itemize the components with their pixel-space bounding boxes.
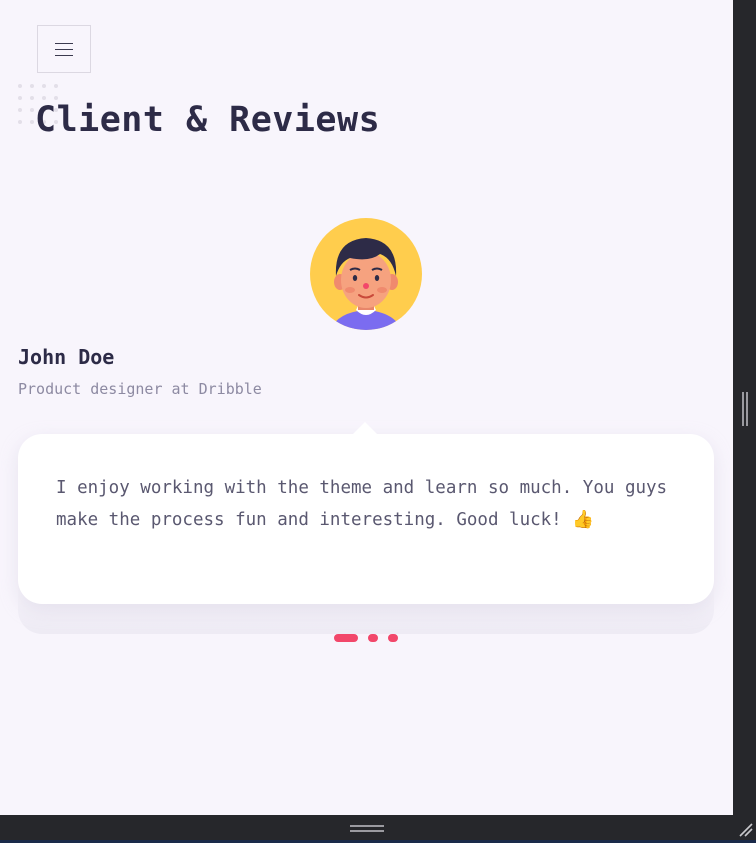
hamburger-menu-icon (55, 42, 73, 56)
avatar-illustration-icon (310, 218, 422, 330)
review-card: I enjoy working with the theme and learn… (18, 422, 714, 604)
avatar (310, 218, 422, 330)
carousel-pagination (334, 634, 398, 642)
pagination-dot[interactable] (388, 634, 398, 642)
page-viewport: Client & Reviews John Doe Product design… (0, 0, 733, 815)
horizontal-grip-icon[interactable] (350, 825, 384, 833)
menu-button[interactable] (37, 25, 91, 73)
vertical-grip-icon[interactable] (742, 392, 748, 426)
pagination-dot-active[interactable] (334, 634, 358, 642)
pagination-dot[interactable] (368, 634, 378, 642)
review-quote: I enjoy working with the theme and learn… (56, 478, 668, 530)
resize-corner-icon[interactable] (736, 820, 754, 838)
page-title: Client & Reviews (35, 100, 381, 140)
reviewer-name: John Doe (18, 345, 115, 369)
reviewer-role: Product designer at Dribble (18, 380, 262, 398)
